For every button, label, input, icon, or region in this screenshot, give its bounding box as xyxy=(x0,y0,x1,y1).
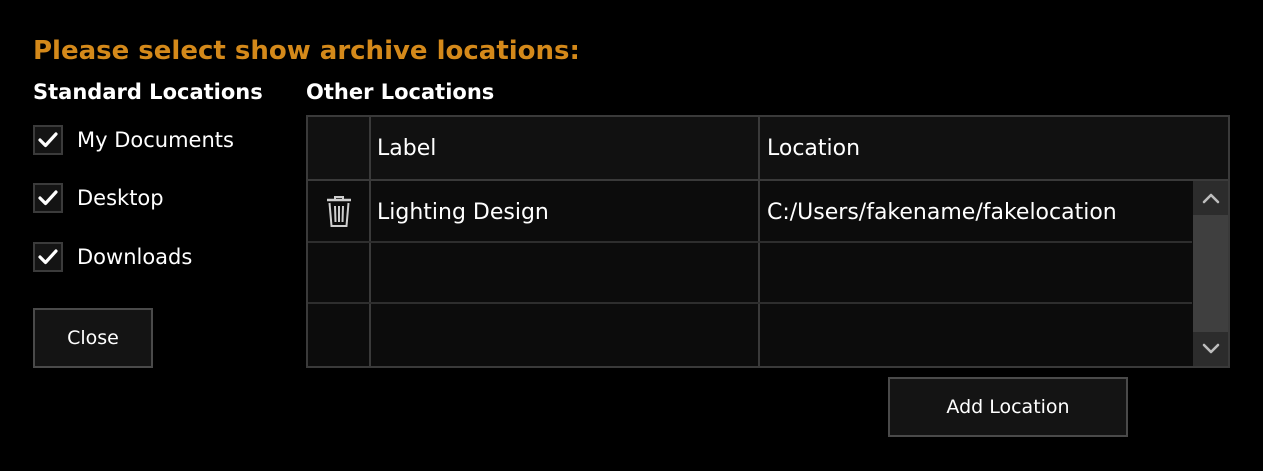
add-location-button[interactable]: Add Location xyxy=(888,377,1128,437)
row-divider xyxy=(308,302,1192,304)
column-header-location: Location xyxy=(767,136,861,161)
row-divider xyxy=(308,241,1192,243)
chevron-down-icon xyxy=(1202,343,1219,354)
checkbox-row-downloads[interactable]: Downloads xyxy=(33,240,192,274)
check-icon xyxy=(38,132,58,148)
other-locations-heading: Other Locations xyxy=(306,80,495,104)
checkbox-label-desktop: Desktop xyxy=(77,186,164,210)
check-icon xyxy=(38,249,58,265)
close-button[interactable]: Close xyxy=(33,308,153,368)
checkbox-label-downloads: Downloads xyxy=(77,245,193,269)
row-location[interactable]: C:/Users/fakename/fakelocation xyxy=(767,199,1117,227)
column-header-label: Label xyxy=(377,136,437,161)
other-locations-table: Label Location Lighting Design C:/Users/… xyxy=(306,115,1230,368)
scroll-up-button[interactable] xyxy=(1193,181,1228,215)
trash-icon[interactable] xyxy=(324,195,354,229)
dialog-title: Please select show archive locations: xyxy=(33,36,580,66)
checkbox-row-my-documents[interactable]: My Documents xyxy=(33,123,234,157)
checkbox-downloads[interactable] xyxy=(33,242,63,272)
scroll-down-button[interactable] xyxy=(1193,332,1228,366)
row-label[interactable]: Lighting Design xyxy=(377,199,549,227)
standard-locations-heading: Standard Locations xyxy=(33,80,263,104)
check-icon xyxy=(38,190,58,206)
checkbox-row-desktop[interactable]: Desktop xyxy=(33,181,164,215)
checkbox-label-my-documents: My Documents xyxy=(77,128,234,152)
archive-locations-dialog: Please select show archive locations: St… xyxy=(0,0,1263,471)
chevron-up-icon xyxy=(1202,193,1219,204)
vertical-scrollbar[interactable] xyxy=(1193,181,1228,366)
checkbox-desktop[interactable] xyxy=(33,183,63,213)
checkbox-my-documents[interactable] xyxy=(33,125,63,155)
